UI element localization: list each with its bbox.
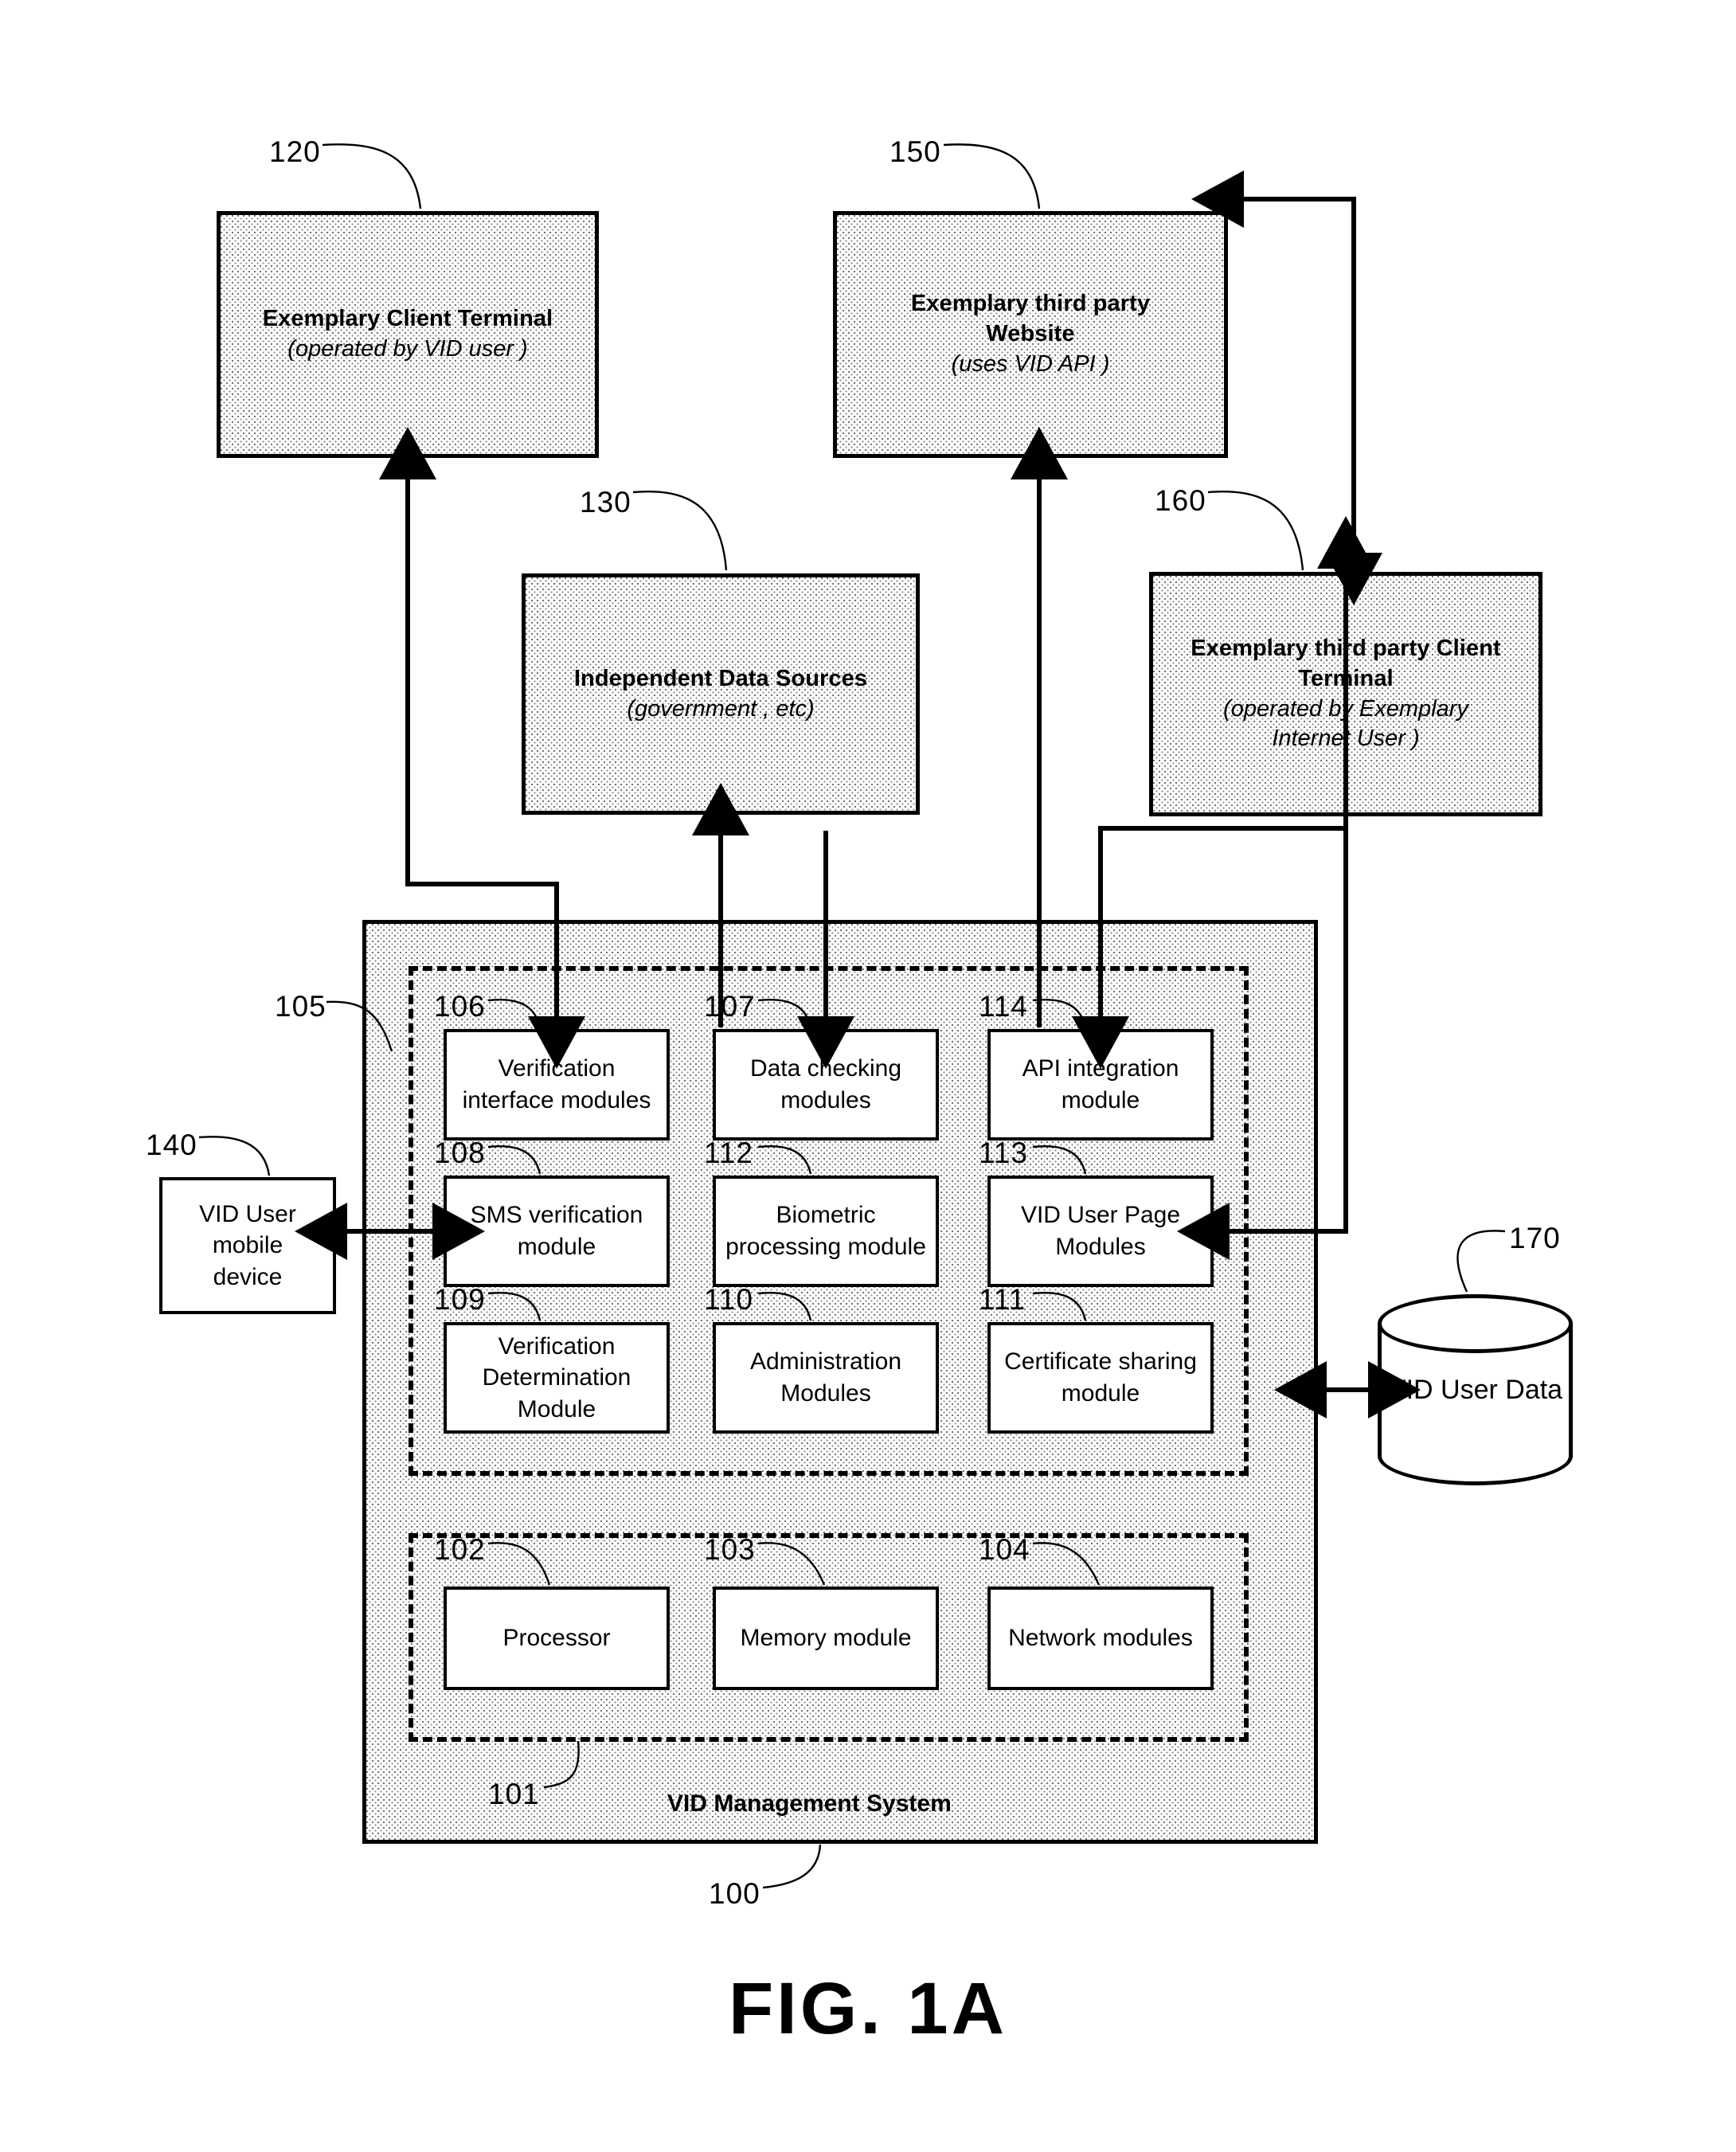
module-label-113: VID User Page Modules <box>1020 1202 1181 1260</box>
figure-caption: FIG. 1A <box>728 1968 1008 2049</box>
entity-vid-user-data-store: VID User Data <box>1378 1294 1573 1485</box>
module-label-114: API integration module <box>1022 1055 1179 1113</box>
reference-numeral-106: 106 <box>434 990 486 1023</box>
third-party-client-terminal-subtitle-line1: (operated by Exemplary <box>1223 695 1468 722</box>
leader-150 <box>943 143 1041 209</box>
entity-independent-data-sources: Independent Data Sources (government , e… <box>522 573 920 815</box>
entity-third-party-website: Exemplary third party Website (uses VID … <box>833 211 1228 458</box>
reference-numeral-112: 112 <box>704 1137 753 1169</box>
module-api-integration-module: API integration module <box>987 1029 1214 1141</box>
reference-numeral-110: 110 <box>704 1283 753 1316</box>
third-party-website-title-line2: Website <box>986 321 1075 347</box>
reference-numeral-114: 114 <box>979 990 1028 1023</box>
reference-numeral-104: 104 <box>979 1533 1030 1566</box>
third-party-client-terminal-subtitle-line2: Internet User ) <box>1272 726 1420 752</box>
reference-numeral-140: 140 <box>146 1129 197 1161</box>
third-party-client-terminal-title-line2: Terminal <box>1298 665 1394 691</box>
reference-numeral-113: 113 <box>979 1137 1028 1169</box>
conn-160-to-150 <box>1191 170 1356 247</box>
leader-160 <box>1207 491 1304 571</box>
entity-third-party-client-terminal: Exemplary third party Client Terminal (o… <box>1149 572 1542 816</box>
module-label-106: Verification interface modules <box>462 1055 651 1113</box>
hardware-network-modules: Network modules <box>987 1587 1214 1690</box>
leader-170 <box>1456 1230 1506 1293</box>
entity-client-terminal: Exemplary Client Terminal (operated by V… <box>217 211 599 458</box>
module-label-107: Data checking modules <box>749 1055 902 1113</box>
reference-numeral-102: 102 <box>434 1533 486 1566</box>
third-party-website-subtitle: (uses VID API ) <box>951 350 1110 377</box>
reference-numeral-103: 103 <box>704 1533 756 1566</box>
patent-figure-sheet: Exemplary Client Terminal (operated by V… <box>0 0 1736 2152</box>
reference-numeral-105: 105 <box>275 990 326 1023</box>
hardware-label-104: Network modules <box>1008 1625 1193 1652</box>
hardware-processor: Processor <box>444 1587 670 1690</box>
module-label-109: Verification Determination Module <box>482 1332 631 1422</box>
module-label-108: SMS verification module <box>470 1202 643 1260</box>
vid-management-system-label: VID Management System <box>667 1790 952 1817</box>
client-terminal-title: Exemplary Client Terminal <box>262 306 553 332</box>
entity-vid-user-mobile-device: VID User mobile device <box>159 1177 336 1314</box>
leader-100 <box>762 1844 822 1889</box>
reference-numeral-120: 120 <box>269 135 321 168</box>
client-terminal-subtitle: (operated by VID user ) <box>287 336 528 362</box>
leader-130 <box>632 490 728 571</box>
reference-numeral-108: 108 <box>434 1137 486 1169</box>
independent-data-sources-subtitle: (government , etc) <box>627 695 815 722</box>
module-label-112: Biometric processing module <box>725 1202 926 1260</box>
reference-numeral-160: 160 <box>1155 484 1206 517</box>
vid-user-data-label: VID User Data <box>1387 1374 1563 1405</box>
module-verification-interface-modules: Verification interface modules <box>444 1029 670 1141</box>
module-vid-user-page-modules: VID User Page Modules <box>987 1176 1214 1287</box>
reference-numeral-130: 130 <box>580 486 631 518</box>
hardware-memory-module: Memory module <box>713 1587 939 1690</box>
reference-numeral-107: 107 <box>704 990 756 1023</box>
mobile-device-label-line1: VID User <box>199 1200 296 1227</box>
module-biometric-processing-module: Biometric processing module <box>713 1176 939 1287</box>
mobile-device-label-line3: device <box>213 1263 283 1290</box>
hardware-label-102: Processor <box>502 1625 611 1652</box>
reference-numeral-100: 100 <box>709 1877 760 1910</box>
mobile-device-label-line2: mobile <box>212 1232 283 1259</box>
reference-numeral-101: 101 <box>488 1778 540 1810</box>
leader-120 <box>322 143 422 209</box>
module-label-111: Certificate sharing module <box>1004 1348 1197 1407</box>
third-party-client-terminal-title-line1: Exemplary third party Client <box>1191 636 1501 662</box>
module-data-checking-modules: Data checking modules <box>713 1029 939 1141</box>
independent-data-sources-title: Independent Data Sources <box>573 665 868 691</box>
third-party-website-title-line1: Exemplary third party <box>910 291 1151 317</box>
module-certificate-sharing-module: Certificate sharing module <box>987 1322 1214 1434</box>
reference-numeral-150: 150 <box>890 135 941 168</box>
hardware-label-103: Memory module <box>740 1625 912 1652</box>
reference-numeral-170: 170 <box>1509 1222 1561 1254</box>
reference-numeral-109: 109 <box>434 1283 486 1316</box>
module-administration-modules: Administration Modules <box>713 1322 939 1434</box>
module-sms-verification-module: SMS verification module <box>444 1176 670 1287</box>
module-label-110: Administration Modules <box>749 1348 902 1407</box>
reference-numeral-111: 111 <box>979 1283 1026 1316</box>
module-verification-determination-module: Verification Determination Module <box>444 1322 670 1434</box>
leader-140 <box>198 1136 271 1176</box>
